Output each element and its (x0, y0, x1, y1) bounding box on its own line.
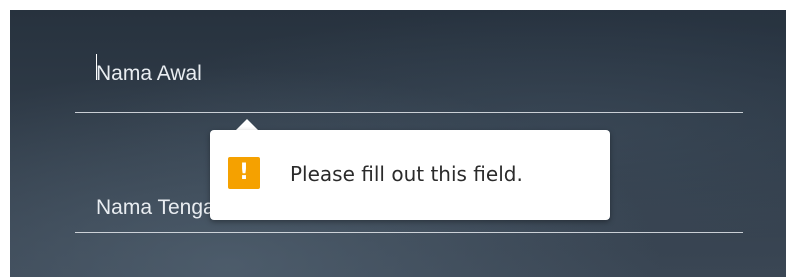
validation-message: Please fill out this field. (290, 162, 523, 186)
first-name-field[interactable] (75, 48, 743, 113)
first-name-input[interactable] (75, 48, 743, 98)
validation-tooltip: ! Please fill out this field. (210, 130, 610, 220)
warning-icon: ! (228, 157, 260, 189)
text-cursor (96, 54, 97, 80)
form-panel: ! Please fill out this field. (10, 10, 786, 277)
